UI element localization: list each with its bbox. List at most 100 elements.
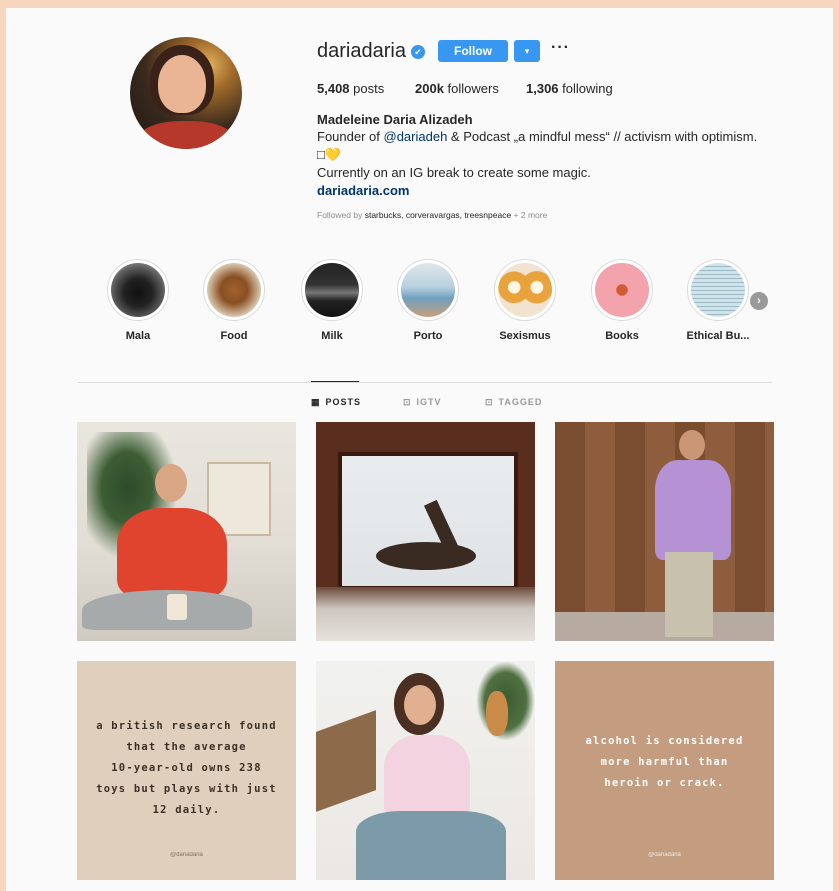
quote-text: alcohol is considered more harmful than … <box>555 731 774 794</box>
person-face-image <box>155 464 187 502</box>
post-thumbnail[interactable] <box>77 422 296 641</box>
highlight-cover-image <box>111 263 165 317</box>
followed-by-more: + 2 more <box>511 210 548 220</box>
chair-image <box>316 710 376 812</box>
highlight-mala[interactable]: Mala <box>93 259 183 342</box>
followed-by-names: starbucks, corveravargas, treesnpeace <box>364 210 512 220</box>
tab-tagged[interactable]: ⊡ TAGGED <box>485 397 542 408</box>
website-link[interactable]: dariadaria.com <box>317 183 410 198</box>
bio-text: Founder of <box>317 129 384 144</box>
tab-posts-label: POSTS <box>325 397 362 407</box>
active-tab-indicator <box>311 381 359 382</box>
chevron-down-icon[interactable]: ▾ <box>514 40 540 62</box>
posts-count: 5,408 <box>317 81 350 96</box>
bio-line-1: Founder of @dariadeh & Podcast „a mindfu… <box>317 129 757 144</box>
red-sweater-image <box>117 508 227 598</box>
avatar-face <box>158 55 206 113</box>
followed-by[interactable]: Followed by starbucks, corveravargas, tr… <box>317 210 547 220</box>
followers-label: followers <box>447 81 499 96</box>
guitar-image <box>486 691 508 736</box>
quote-line: alcohol is considered <box>585 735 744 747</box>
highlight-food[interactable]: Food <box>189 259 279 342</box>
jeans-image <box>356 811 506 880</box>
post-thumbnail[interactable] <box>555 422 774 641</box>
bio-text: & Podcast „a mindful mess“ // activism w… <box>447 129 758 144</box>
tabs-divider <box>78 382 772 383</box>
highlight-ring <box>301 259 363 321</box>
tab-igtv-label: IGTV <box>416 397 442 407</box>
highlight-cover-image <box>401 263 455 317</box>
post-credit: @dariadaria <box>170 852 203 858</box>
quote-line: 10-year-old owns 238 <box>111 762 262 774</box>
quote-post[interactable]: alcohol is considered more harmful than … <box>555 661 774 880</box>
username: dariadaria <box>317 40 406 62</box>
profile-page: dariadaria ✔ Follow ▾ ··· 5,408 posts 20… <box>6 8 833 891</box>
highlight-ring <box>203 259 265 321</box>
highlight-ring <box>107 259 169 321</box>
highlight-label: Mala <box>125 330 151 342</box>
tab-tagged-label: TAGGED <box>498 397 543 407</box>
follow-button[interactable]: Follow <box>438 40 508 62</box>
quote-text: a british research found that the averag… <box>77 716 296 821</box>
stat-followers[interactable]: 200k followers <box>415 81 499 96</box>
stat-posts: 5,408 posts <box>317 81 384 96</box>
yoga-silhouette-image <box>376 542 476 570</box>
highlight-label: Porto <box>413 330 443 342</box>
person-face-image <box>679 430 705 460</box>
grid-icon: ▦ <box>311 397 321 407</box>
tagged-icon: ⊡ <box>485 397 494 407</box>
highlight-ring <box>687 259 749 321</box>
quote-post[interactable]: a british research found that the averag… <box>77 661 296 880</box>
quote-line: heroin or crack. <box>604 777 725 789</box>
post-thumbnail[interactable] <box>316 422 535 641</box>
tab-posts[interactable]: ▦ POSTS <box>311 397 361 408</box>
igtv-icon: ⊡ <box>403 397 412 407</box>
highlight-cover-image <box>207 263 261 317</box>
quote-line: toys but plays with just <box>96 783 277 795</box>
post-credit: @dariadaria <box>648 852 681 858</box>
trousers-image <box>665 552 713 637</box>
avatar-shirt <box>138 121 234 149</box>
post-thumbnail[interactable] <box>316 661 535 880</box>
verified-badge-icon: ✔ <box>411 45 425 59</box>
bio-mention-link[interactable]: @dariadeh <box>384 129 448 144</box>
highlight-books[interactable]: Books <box>577 259 667 342</box>
highlight-label: Milk <box>321 330 343 342</box>
followers-count: 200k <box>415 81 444 96</box>
quote-line: 12 daily. <box>152 804 221 816</box>
following-label: following <box>562 81 613 96</box>
highlight-cover-image <box>691 263 745 317</box>
following-count: 1,306 <box>526 81 559 96</box>
highlight-label: Books <box>605 330 639 342</box>
more-options-icon[interactable]: ··· <box>551 39 570 57</box>
chevron-right-icon[interactable]: › <box>750 292 768 310</box>
highlight-label: Ethical Bu... <box>686 330 750 342</box>
highlight-porto[interactable]: Porto <box>383 259 473 342</box>
quote-line: more harmful than <box>600 756 729 768</box>
quote-line: a british research found <box>96 720 277 732</box>
highlight-ring <box>494 259 556 321</box>
posts-label: posts <box>353 81 385 96</box>
bed-image <box>316 587 535 641</box>
profile-avatar[interactable] <box>130 37 242 149</box>
highlight-milk[interactable]: Milk <box>287 259 377 342</box>
highlight-label: Food <box>220 330 248 342</box>
highlight-cover-image <box>595 263 649 317</box>
quote-line: that the average <box>126 741 247 753</box>
highlight-cover-image <box>305 263 359 317</box>
bio-line-2: □💛 <box>317 147 342 162</box>
highlight-label: Sexismus <box>499 330 551 342</box>
highlight-sexismus[interactable]: Sexismus <box>480 259 570 342</box>
highlight-ring <box>397 259 459 321</box>
pink-tshirt-image <box>384 735 470 815</box>
tab-igtv[interactable]: ⊡ IGTV <box>403 397 442 408</box>
lilac-coat-image <box>655 460 731 560</box>
stat-following[interactable]: 1,306 following <box>526 81 613 96</box>
bio-line-3: Currently on an IG break to create some … <box>317 165 591 180</box>
person-face-image <box>404 685 436 725</box>
mug-image <box>167 594 187 620</box>
followed-by-label: Followed by <box>317 210 365 220</box>
highlight-cover-image <box>498 263 552 317</box>
full-name: Madeleine Daria Alizadeh <box>317 112 473 127</box>
highlight-ring <box>591 259 653 321</box>
